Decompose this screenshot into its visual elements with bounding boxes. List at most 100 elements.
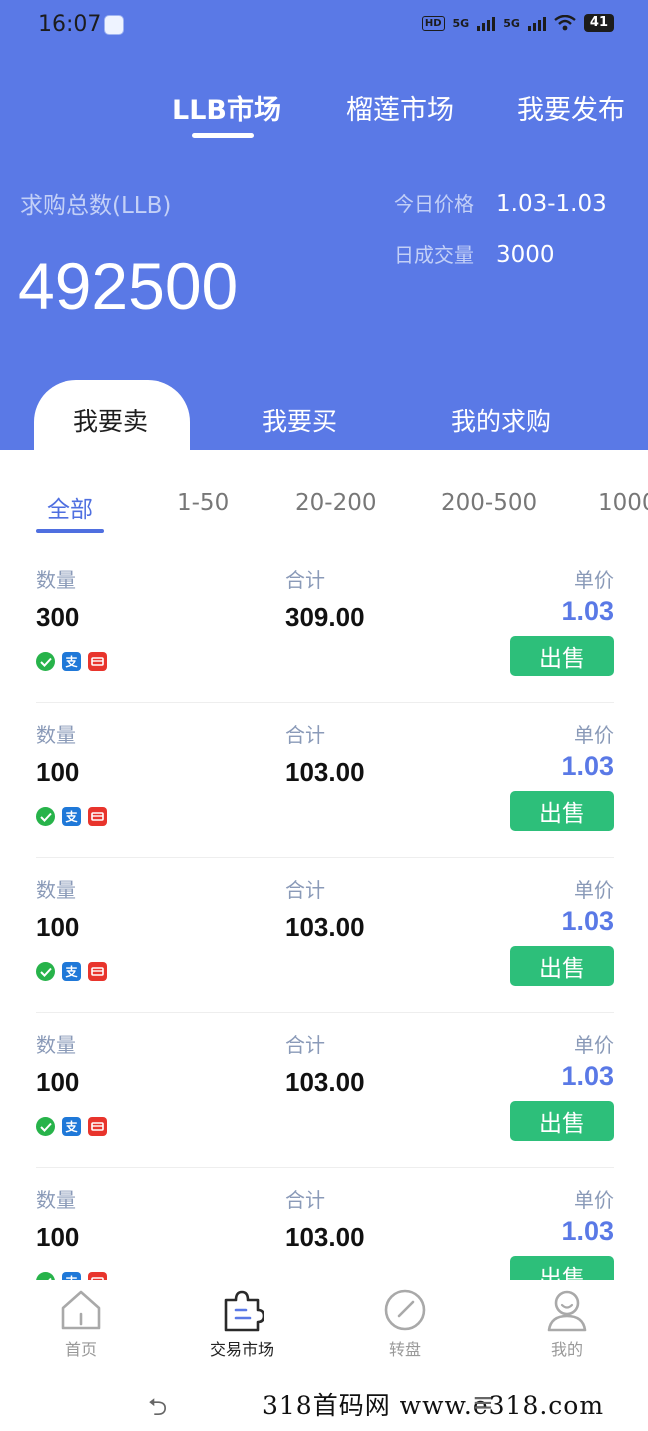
quantity-label: 数量: [36, 1033, 76, 1057]
tab-my-requests[interactable]: 我的求购: [451, 402, 551, 438]
total-value: 103.00: [285, 1067, 365, 1097]
sell-button[interactable]: 出售: [510, 636, 614, 676]
nav-home[interactable]: 首页: [21, 1288, 141, 1360]
wechat-pay-icon: [36, 807, 55, 826]
nav-market[interactable]: 交易市场: [182, 1288, 302, 1360]
unit-price-label: 单价: [574, 1188, 614, 1212]
filter-20-200[interactable]: 20-200: [295, 490, 376, 516]
quantity-value: 300: [36, 602, 80, 632]
system-back-icon[interactable]: ⮌: [148, 1390, 167, 1431]
total-label: 合计: [285, 568, 325, 592]
unit-price-label: 单价: [574, 878, 614, 902]
total-value: 309.00: [285, 602, 365, 632]
compass-icon: [384, 1289, 426, 1331]
order-row: 数量 合计 单价 300 309.00 1.03 出售 支: [36, 548, 614, 703]
total-label: 合计: [285, 1188, 325, 1212]
filter-1-50[interactable]: 1-50: [177, 490, 229, 516]
wechat-pay-icon: [36, 652, 55, 671]
network-1-label: 5G: [452, 16, 470, 30]
nav-mine-label: 我的: [550, 1340, 583, 1359]
nav-wheel[interactable]: 转盘: [345, 1288, 465, 1360]
system-menu-icon[interactable]: ≡: [472, 1388, 494, 1418]
sub-tabs: 我要卖 我要买 我的求购: [0, 380, 648, 452]
user-icon: [547, 1290, 587, 1332]
system-nav-bar: ⮌ 318首码网 www.e318.com ≡: [0, 1380, 648, 1421]
nav-wheel-label: 转盘: [388, 1340, 421, 1359]
total-value: 103.00: [285, 1222, 365, 1252]
sell-button[interactable]: 出售: [510, 1101, 614, 1141]
total-value: 103.00: [285, 757, 365, 787]
sell-button[interactable]: 出售: [510, 1256, 614, 1280]
tab-llb-market[interactable]: LLB市场: [172, 88, 281, 127]
tab-sell[interactable]: 我要卖: [73, 402, 148, 438]
today-price: 今日价格 1.03-1.03: [394, 188, 607, 217]
unit-price-value: 1.03: [561, 596, 614, 626]
network-2-label: 5G: [503, 16, 520, 30]
market-icon: [224, 1290, 264, 1332]
sell-button[interactable]: 出售: [510, 946, 614, 986]
total-label: 合计: [285, 723, 325, 747]
tab-publish[interactable]: 我要发布: [517, 88, 625, 127]
unionpay-icon: [88, 962, 107, 981]
unionpay-icon: [88, 1117, 107, 1136]
payment-methods: 支: [36, 1117, 107, 1136]
signal-1-icon: [477, 15, 496, 31]
bottom-nav: 首页 交易市场 转盘 我的: [0, 1280, 648, 1370]
unit-price-value: 1.03: [561, 1216, 614, 1246]
today-price-value: 1.03-1.03: [496, 191, 607, 217]
today-price-label: 今日价格: [394, 192, 474, 216]
payment-methods: 支: [36, 962, 107, 981]
quantity-value: 100: [36, 757, 80, 787]
filter-active-indicator: [36, 529, 104, 533]
unionpay-icon: [88, 652, 107, 671]
total-label: 求购总数(LLB): [20, 193, 172, 219]
alipay-icon: 支: [62, 962, 81, 981]
wifi-icon: [554, 15, 576, 31]
status-right: HD 5G 5G 41: [421, 14, 614, 32]
order-list: 数量 合计 单价 300 309.00 1.03 出售支数量 合计 单价 100 103.00 1.0…: [0, 548, 648, 1280]
quantity-value: 100: [36, 912, 80, 942]
daily-volume-value: 3000: [496, 242, 555, 268]
quantity-value: 100: [36, 1222, 80, 1252]
filter-all[interactable]: 全部: [47, 490, 93, 524]
unit-price-label: 单价: [574, 723, 614, 747]
payment-methods: 支: [36, 807, 107, 826]
total-label: 合计: [285, 1033, 325, 1057]
alipay-icon: 支: [62, 807, 81, 826]
tab-buy[interactable]: 我要买: [262, 402, 337, 438]
filter-200-500[interactable]: 200-500: [441, 490, 537, 516]
wechat-pay-icon: [36, 1117, 55, 1136]
nav-home-label: 首页: [64, 1340, 97, 1359]
quantity-label: 数量: [36, 568, 76, 592]
unit-price-value: 1.03: [561, 751, 614, 781]
order-row: 数量合计单价100103.001.03出售支: [36, 1013, 614, 1168]
total-label: 合计: [285, 878, 325, 902]
unit-price-value: 1.03: [561, 906, 614, 936]
total-value: 492500: [18, 249, 239, 323]
app-notification-icon: [104, 15, 124, 35]
header: 16:07 HD 5G 5G 41 LLB市场 榴莲市场 我要发布 求购总数(L…: [0, 0, 648, 452]
quantity-label: 数量: [36, 1188, 76, 1212]
range-filters: 全部 1-50 20-200 200-500 1000: [0, 488, 648, 538]
hd-icon: HD: [421, 15, 445, 31]
wechat-pay-icon: [36, 1272, 55, 1280]
sell-button[interactable]: 出售: [510, 791, 614, 831]
home-icon: [61, 1290, 101, 1330]
total-value: 103.00: [285, 912, 365, 942]
filter-1000[interactable]: 1000: [598, 490, 648, 516]
status-time: 16:07: [38, 12, 102, 37]
watermark: 318首码网 www.e318.com: [262, 1391, 605, 1420]
nav-market-label: 交易市场: [209, 1340, 274, 1359]
signal-2-icon: [527, 15, 546, 31]
alipay-icon: 支: [62, 1117, 81, 1136]
order-row: 数量 合计 单价 100 103.00 1.03 出售支: [36, 1168, 614, 1280]
nav-mine[interactable]: 我的: [507, 1288, 627, 1360]
daily-volume: 日成交量 3000: [394, 239, 555, 268]
tab-durian-market[interactable]: 榴莲市场: [346, 88, 454, 127]
unit-price-value: 1.03: [561, 1061, 614, 1091]
unit-price-label: 单价: [574, 1033, 614, 1057]
status-bar: 16:07 HD 5G 5G 41: [0, 0, 648, 52]
quantity-label: 数量: [36, 878, 76, 902]
unionpay-icon: [88, 807, 107, 826]
payment-methods: 支: [36, 1272, 107, 1280]
